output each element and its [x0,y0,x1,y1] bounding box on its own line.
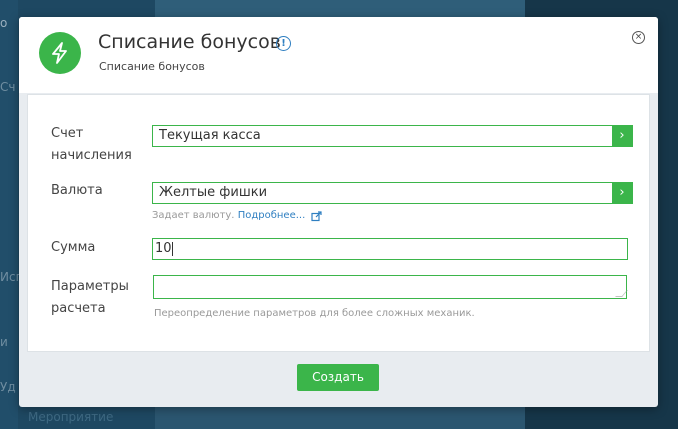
text-cursor [171,241,173,256]
params-label-line2: расчета [51,301,106,316]
background-content-bottom [155,407,525,429]
external-link-icon[interactable] [311,211,322,222]
account-value: Текущая касса [159,128,261,143]
currency-label: Валюта [51,183,103,198]
currency-value: Желтые фишки [159,185,268,200]
dialog-title: Списание бонусов [98,31,281,53]
lightning-icon [39,32,81,74]
dialog-subtitle: Списание бонусов [99,60,205,73]
params-label: Параметры расчета [51,276,129,320]
account-label: Счет начисления [51,123,132,167]
background-text: Мероприятие [28,410,114,424]
currency-more-link[interactable]: Подробнее... [238,210,306,221]
params-textarea[interactable] [153,275,627,299]
dialog-header: Списание бонусов ! Списание бонусов × [19,17,658,93]
close-icon[interactable]: × [632,31,645,44]
amount-label: Сумма [51,240,96,255]
info-icon[interactable]: ! [276,36,291,51]
account-label-line2: начисления [51,148,132,163]
currency-hint-text: Задает валюту. [152,210,235,221]
params-hint: Переопределение параметров для более сло… [154,308,475,319]
chevron-right-icon[interactable]: › [612,183,632,203]
background-left-strip [0,0,18,429]
create-button[interactable]: Создать [297,364,379,391]
params-label-line1: Параметры [51,279,129,294]
chevron-right-icon[interactable]: › [612,126,632,146]
account-select[interactable]: Текущая касса › [152,125,633,147]
background-text: Сч [0,80,16,94]
background-text: Уд [0,380,16,394]
account-label-line1: Счет [51,126,84,141]
currency-select[interactable]: Желтые фишки › [152,182,633,204]
bonus-writeoff-dialog: Списание бонусов ! Списание бонусов × Сч… [19,17,658,407]
form-panel: Счет начисления Текущая касса › Валюта Ж… [27,94,650,352]
amount-input[interactable]: 10 [152,238,628,260]
background-text: и [0,335,8,349]
amount-value: 10 [155,241,172,256]
currency-hint: Задает валюту. Подробнее... [152,210,305,221]
background-text: о [0,16,8,30]
